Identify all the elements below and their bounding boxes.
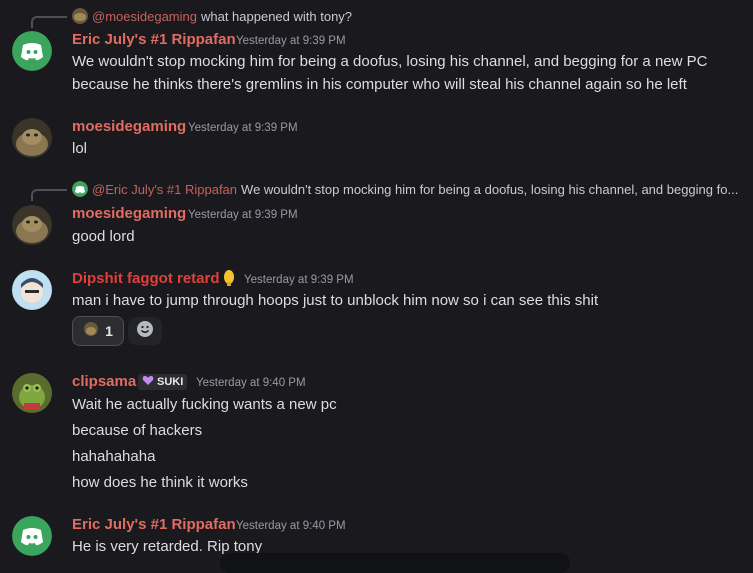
- anime-avatar[interactable]: [12, 270, 52, 310]
- message-timestamp: Yesterday at 9:39 PM: [188, 122, 298, 134]
- reply-text: what happened with tony?: [200, 8, 353, 24]
- reply-preview[interactable]: @Eric July's #1 Rippafan We wouldn't sto…: [72, 181, 738, 197]
- message-timestamp: Yesterday at 9:39 PM: [188, 209, 298, 221]
- message-text: because of hackers: [72, 422, 203, 439]
- message-author[interactable]: Eric July's #1 Rippafan: [72, 31, 236, 48]
- message-text: lol: [72, 140, 88, 157]
- overlay-bar: [220, 553, 570, 573]
- message-text: man i have to jump through hoops just to…: [72, 292, 599, 309]
- discord-logo-icon: [72, 181, 88, 197]
- reply-preview[interactable]: @moesidegaming what happened with tony?: [72, 8, 352, 24]
- message-text: how does he think it works: [72, 474, 248, 491]
- smiley-icon: [136, 320, 154, 342]
- discord-logo-icon[interactable]: [12, 516, 52, 556]
- reply-author[interactable]: @moesidegaming: [92, 9, 197, 24]
- jabba-avatar[interactable]: [12, 118, 52, 158]
- message-author[interactable]: clipsama: [72, 373, 136, 390]
- message-text: hahahahaha: [72, 448, 156, 465]
- mini-avatar-icon: [72, 8, 88, 24]
- golden-head-icon: [221, 269, 237, 291]
- message-timestamp: Yesterday at 9:40 PM: [236, 520, 346, 532]
- message-timestamp: Yesterday at 9:39 PM: [236, 35, 346, 47]
- message-author[interactable]: Eric July's #1 Rippafan: [72, 516, 236, 533]
- reply-text: We wouldn't stop mocking him for being a…: [241, 181, 739, 197]
- reaction-count: 1: [105, 323, 113, 339]
- message-text: We wouldn't stop mocking him for being a…: [72, 53, 708, 70]
- message-text: because he thinks there's gremlins in hi…: [72, 76, 687, 93]
- server-tag: SUKI: [138, 374, 188, 390]
- reaction-chip[interactable]: 1: [72, 316, 124, 346]
- message-timestamp: Yesterday at 9:40 PM: [196, 377, 306, 389]
- message-author[interactable]: moesidegaming: [72, 118, 186, 135]
- reply-spine: [31, 16, 67, 28]
- server-tag-label: SUKI: [157, 376, 184, 388]
- add-reaction-button[interactable]: [128, 317, 162, 345]
- discord-logo-icon[interactable]: [12, 31, 52, 71]
- message-author[interactable]: moesidegaming: [72, 205, 186, 222]
- reply-spine: [31, 189, 67, 201]
- jabba-emoji-icon: [83, 321, 99, 341]
- message-text: Wait he actually fucking wants a new pc: [72, 396, 337, 413]
- message-author[interactable]: Dipshit faggot retard: [72, 270, 220, 287]
- message-text: good lord: [72, 228, 135, 245]
- jabba-avatar[interactable]: [12, 205, 52, 245]
- reply-author[interactable]: @Eric July's #1 Rippafan: [92, 182, 237, 197]
- heart-icon: [142, 375, 154, 389]
- frog-avatar[interactable]: [12, 373, 52, 413]
- message-timestamp: Yesterday at 9:39 PM: [244, 274, 354, 286]
